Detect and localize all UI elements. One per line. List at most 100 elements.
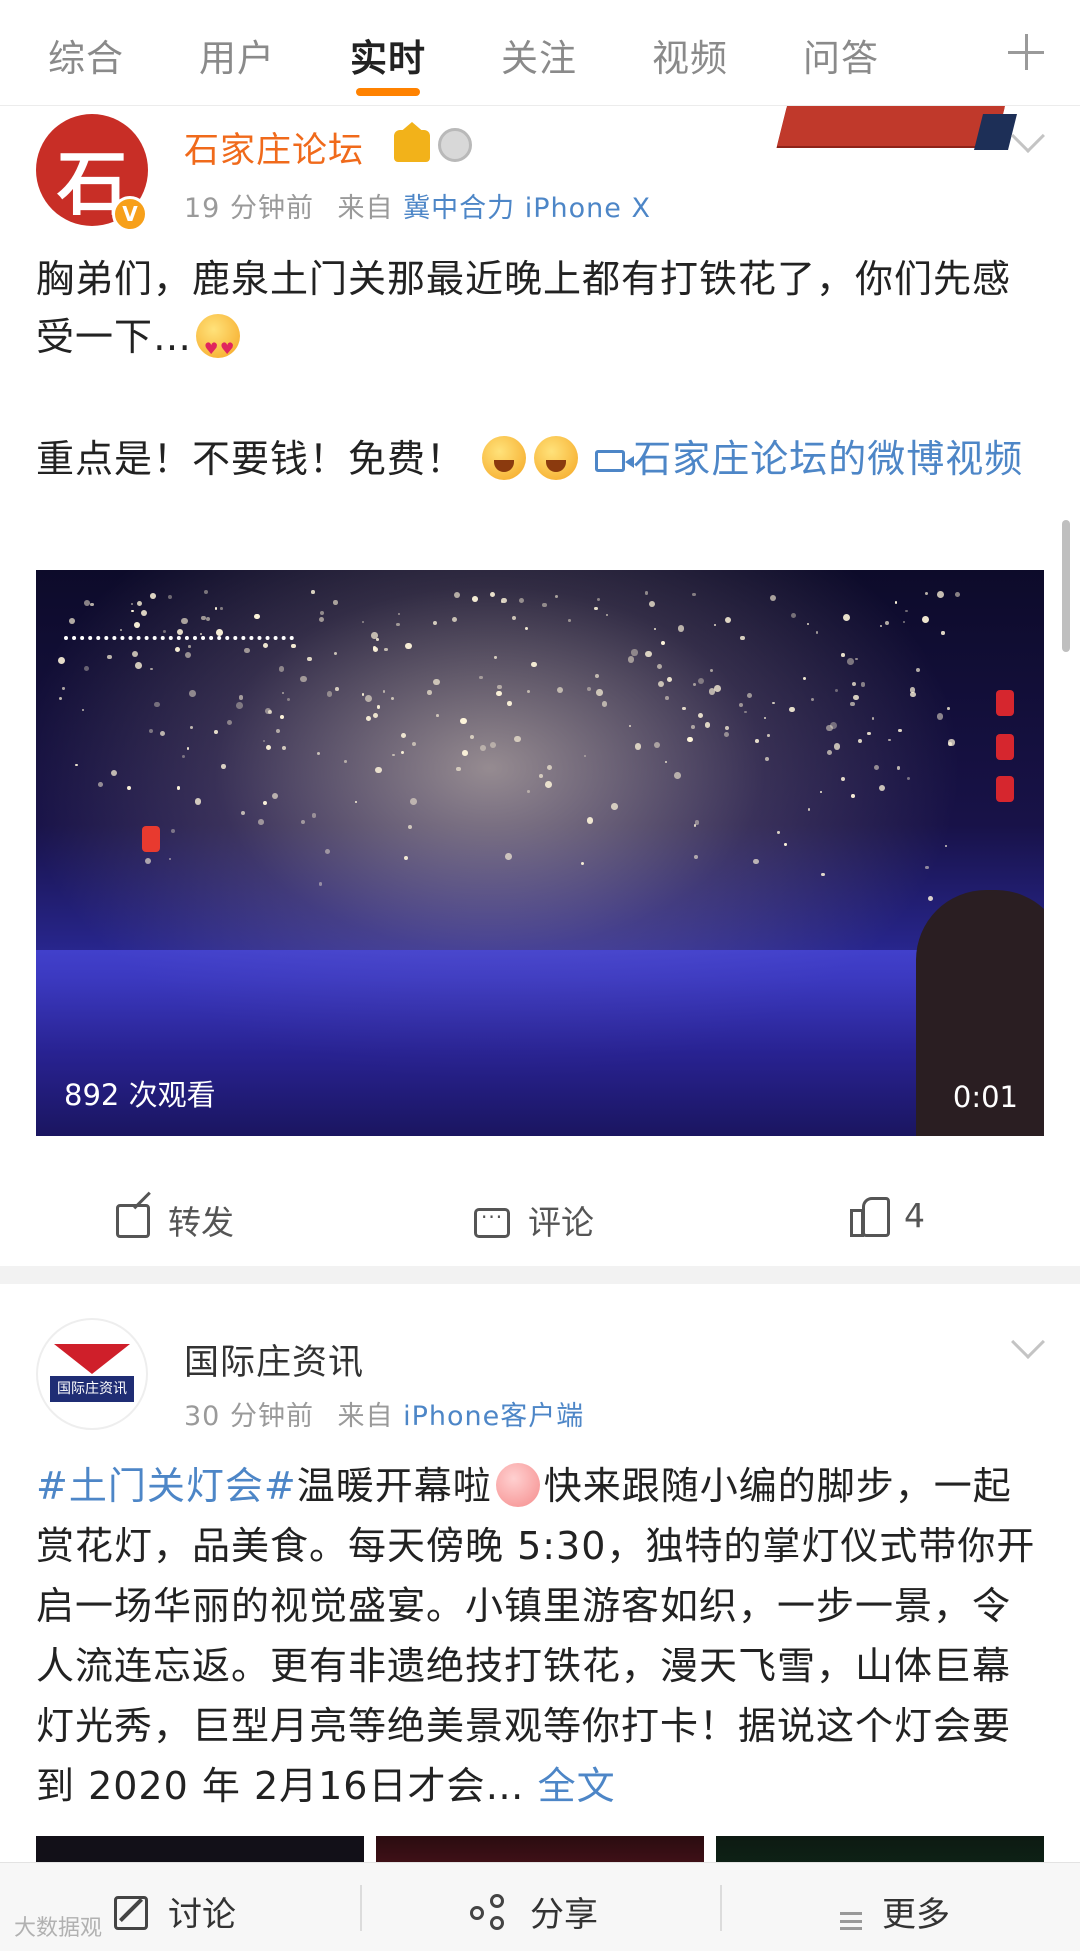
video-spark <box>635 743 642 750</box>
angry-emoji-icon <box>534 436 579 480</box>
video-spark <box>452 616 458 622</box>
video-spark <box>470 734 475 739</box>
like-button[interactable]: 4 <box>850 1196 925 1237</box>
video-spark <box>365 716 371 721</box>
post2-username[interactable]: 国际庄资讯 <box>184 1334 364 1385</box>
video-spark <box>318 617 324 623</box>
bottom-separator <box>720 1885 722 1931</box>
full-text-link[interactable]: 全文 <box>538 1764 616 1808</box>
video-spark <box>713 623 717 627</box>
video-spark <box>396 622 400 627</box>
video-spark <box>200 632 203 635</box>
tab-following[interactable]: 关注 <box>501 28 577 82</box>
video-spark <box>140 609 147 616</box>
video-spark <box>244 647 250 653</box>
video-spark <box>145 857 152 864</box>
video-spark <box>401 732 406 738</box>
video-spark <box>850 702 855 707</box>
tab-general[interactable]: 综合 <box>48 28 124 82</box>
video-spark <box>280 714 285 720</box>
forward-button[interactable]: 转发 <box>116 1196 234 1244</box>
avatar-logo-text: 国际庄资讯 <box>50 1376 134 1402</box>
plus-icon[interactable] <box>1006 32 1046 72</box>
video-spark <box>189 690 197 697</box>
video-spark <box>789 706 796 713</box>
header-banner-decoration <box>777 106 1005 146</box>
hashtag-link[interactable]: #土门关灯会# <box>36 1464 297 1508</box>
video-spark <box>311 813 317 818</box>
video-spark <box>479 675 483 679</box>
video-spark <box>135 662 143 670</box>
comment-button[interactable]: 评论 <box>474 1196 594 1244</box>
video-spark <box>189 726 193 730</box>
post1-video-link[interactable]: 石家庄论坛的微博视频 <box>595 437 1023 481</box>
video-spark <box>807 808 810 811</box>
video-spark <box>120 629 123 632</box>
video-camera-icon <box>595 450 635 472</box>
video-spark <box>318 882 323 886</box>
video-spark <box>281 692 284 695</box>
video-spark <box>405 642 413 650</box>
video-spark <box>168 857 171 860</box>
post1-username[interactable]: 石家庄论坛 <box>184 122 364 173</box>
video-spark <box>910 691 916 698</box>
forward-label: 转发 <box>168 1203 234 1242</box>
post2-text-b: 快来跟随小编的脚步，一起赏花灯，品美食。每天傍晚 5:30，独特的掌灯仪式带你开… <box>36 1464 1036 1808</box>
video-spark <box>311 590 316 594</box>
video-spark <box>455 766 461 772</box>
video-spark <box>262 739 266 743</box>
scrollbar-thumb[interactable] <box>1062 520 1070 652</box>
video-spark <box>355 800 358 803</box>
tab-users[interactable]: 用户 <box>199 28 275 82</box>
tab-qa[interactable]: 问答 <box>803 28 879 82</box>
video-spark <box>526 689 530 694</box>
video-spark <box>411 741 416 746</box>
video-spark <box>674 772 681 779</box>
video-spark <box>137 601 143 607</box>
video-spark <box>462 750 468 756</box>
tab-realtime[interactable]: 实时 <box>350 28 426 82</box>
tab-video[interactable]: 视频 <box>652 28 728 82</box>
video-spark <box>925 591 929 596</box>
share-icon <box>470 1894 510 1930</box>
video-spark <box>240 810 246 816</box>
post2-source[interactable]: iPhone客户端 <box>403 1401 584 1432</box>
post2-chevron-down-icon[interactable] <box>1011 1325 1045 1359</box>
video-spark <box>57 656 65 664</box>
post1-time: 19 分钟前 <box>184 193 314 224</box>
video-spark <box>867 731 871 736</box>
video-spark <box>130 602 133 605</box>
avatar-logo-shape <box>54 1344 130 1374</box>
video-spark <box>497 684 502 689</box>
video-spark <box>82 709 85 712</box>
video-spark <box>871 717 875 720</box>
post2-meta: 30 分钟前 来自 iPhone客户端 <box>184 1394 584 1433</box>
avatar[interactable]: 国际庄资讯 <box>36 1318 148 1430</box>
video-spark <box>772 701 775 705</box>
video-spark <box>687 737 693 743</box>
video-spark <box>610 803 618 811</box>
share-button[interactable]: 分享 <box>470 1887 598 1936</box>
comment-icon <box>474 1205 510 1238</box>
video-spark <box>167 594 173 600</box>
video-spark <box>287 698 291 702</box>
video-spark <box>744 710 747 714</box>
vip-crown-icon <box>394 122 430 162</box>
post1-chevron-down-icon[interactable] <box>1011 119 1045 153</box>
post1-video-player[interactable]: 892 次观看 0:01 <box>36 570 1044 1136</box>
post1-action-bar: 转发 评论 4 <box>0 1170 1080 1260</box>
post1-source[interactable]: 冀中合力 iPhone X <box>403 193 651 224</box>
video-spark <box>398 613 401 616</box>
video-spark <box>815 631 819 635</box>
share-label: 分享 <box>530 1895 598 1935</box>
weibo-search-realtime-page: 综合 用户 实时 关注 视频 问答 石 V 石家庄论坛 19 分钟前 来自 冀中… <box>0 0 1080 1951</box>
video-spark <box>853 694 860 701</box>
video-spark <box>299 675 307 683</box>
video-spark <box>324 848 331 855</box>
video-spark <box>904 609 908 613</box>
video-spark <box>947 741 952 746</box>
video-spark <box>819 790 822 793</box>
discuss-button[interactable]: 讨论 <box>114 1887 236 1936</box>
more-button[interactable]: 更多 <box>840 1887 950 1936</box>
video-spark <box>826 749 832 755</box>
